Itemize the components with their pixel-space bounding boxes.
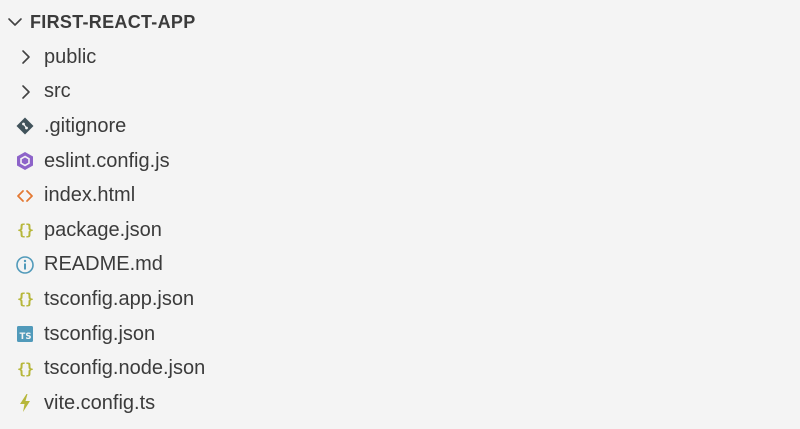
tree-item-label: tsconfig.json xyxy=(44,322,156,345)
tree-item-tsconfig-node-json[interactable]: {} tsconfig.node.json xyxy=(0,351,800,386)
info-icon xyxy=(14,254,36,276)
vite-icon xyxy=(14,392,36,414)
tree-item-public[interactable]: public xyxy=(0,40,800,75)
tree-item-tsconfig-app-json[interactable]: {} tsconfig.app.json xyxy=(0,282,800,317)
json-icon: {} xyxy=(16,290,34,309)
tree-item-label: src xyxy=(44,80,71,103)
tree-item-src[interactable]: src xyxy=(0,75,800,110)
chevron-right-icon[interactable] xyxy=(14,46,36,68)
tree-item-vite-config[interactable]: vite.config.ts xyxy=(0,386,800,421)
tree-item-label: index.html xyxy=(44,184,136,207)
git-icon xyxy=(14,115,36,137)
chevron-down-icon[interactable] xyxy=(4,11,26,33)
tree-item-label: .gitignore xyxy=(44,114,127,137)
json-icon: {} xyxy=(16,221,34,240)
tree-item-readme[interactable]: README.md xyxy=(0,248,800,283)
chevron-right-icon[interactable] xyxy=(14,81,36,103)
tree-item-tsconfig-json[interactable]: TS tsconfig.json xyxy=(0,317,800,352)
explorer-root-title: FIRST-REACT-APP xyxy=(30,11,196,32)
typescript-icon: TS xyxy=(14,323,36,345)
tree-item-index-html[interactable]: index.html xyxy=(0,178,800,213)
json-icon: {} xyxy=(16,359,34,378)
tree-item-label: public xyxy=(44,45,97,68)
svg-text:TS: TS xyxy=(20,332,32,342)
tree-item-label: package.json xyxy=(44,218,162,241)
explorer-root-folder[interactable]: FIRST-REACT-APP xyxy=(0,6,800,38)
tree-item-label: tsconfig.app.json xyxy=(44,287,195,310)
tree-item-package-json[interactable]: {} package.json xyxy=(0,213,800,248)
tree-item-label: README.md xyxy=(44,253,163,276)
file-explorer: FIRST-REACT-APP public src .gitignore es… xyxy=(0,0,800,429)
tree-item-label: tsconfig.node.json xyxy=(44,357,206,380)
html-icon xyxy=(14,185,36,207)
tree-item-eslint-config[interactable]: eslint.config.js xyxy=(0,144,800,179)
eslint-icon xyxy=(14,150,36,172)
tree-item-label: vite.config.ts xyxy=(44,391,156,414)
file-tree: public src .gitignore eslint.config.js i… xyxy=(0,40,800,421)
tree-item-gitignore[interactable]: .gitignore xyxy=(0,109,800,144)
tree-item-label: eslint.config.js xyxy=(44,149,170,172)
